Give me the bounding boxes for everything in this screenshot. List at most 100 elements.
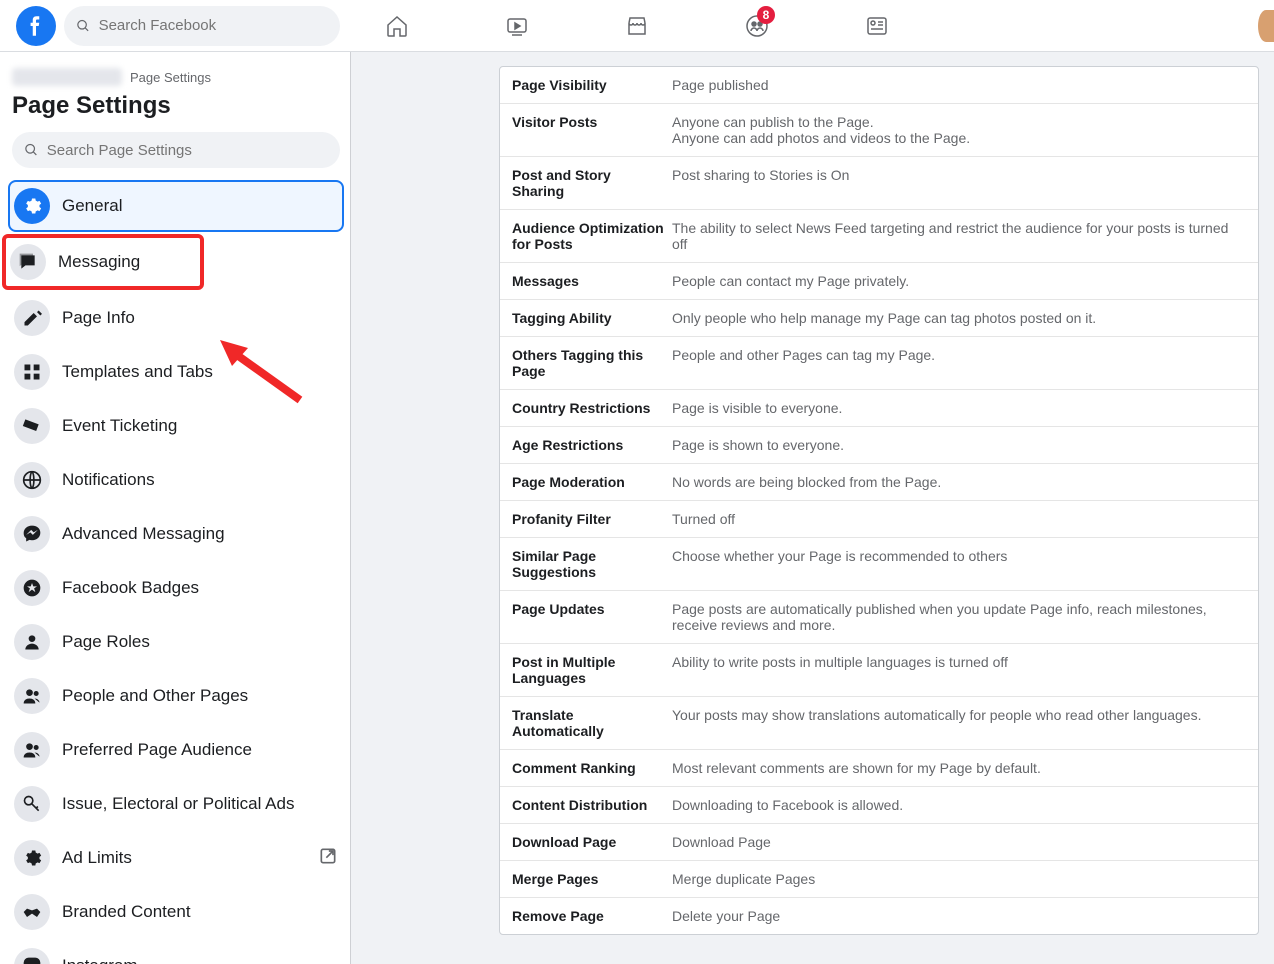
nav-watch-icon[interactable] (461, 2, 573, 50)
user-avatar[interactable] (1258, 10, 1274, 42)
nav-news-icon[interactable] (821, 2, 933, 50)
settings-key: Visitor Posts (512, 114, 672, 146)
gear-icon (14, 188, 50, 224)
global-search-input[interactable] (99, 17, 328, 34)
settings-table: Page VisibilityPage publishedVisitor Pos… (499, 66, 1259, 935)
settings-key: Translate Automatically (512, 707, 672, 739)
settings-value: Anyone can publish to the Page. Anyone c… (672, 114, 970, 146)
settings-value: Page is shown to everyone. (672, 437, 844, 453)
sidebar-item-page-roles[interactable]: Page Roles (8, 616, 344, 668)
settings-row[interactable]: Audience Optimization for PostsThe abili… (500, 210, 1258, 263)
settings-value: Downloading to Facebook is allowed. (672, 797, 903, 813)
settings-search-input[interactable] (47, 142, 328, 159)
ticket-icon (14, 408, 50, 444)
main-content: Page VisibilityPage publishedVisitor Pos… (351, 52, 1274, 964)
settings-row[interactable]: Tagging AbilityOnly people who help mana… (500, 300, 1258, 337)
settings-key: Country Restrictions (512, 400, 672, 416)
settings-row[interactable]: Translate AutomaticallyYour posts may sh… (500, 697, 1258, 750)
settings-row[interactable]: Download PageDownload Page (500, 824, 1258, 861)
settings-row[interactable]: Page UpdatesPage posts are automatically… (500, 591, 1258, 644)
global-search[interactable] (64, 6, 340, 46)
settings-key: Merge Pages (512, 871, 672, 887)
sidebar-item-facebook-badges[interactable]: Facebook Badges (8, 562, 344, 614)
breadcrumb-blur (12, 68, 122, 86)
settings-row[interactable]: Merge PagesMerge duplicate Pages (500, 861, 1258, 898)
settings-key: Profanity Filter (512, 511, 672, 527)
header: 8 (0, 0, 1274, 52)
settings-value: Choose whether your Page is recommended … (672, 548, 1007, 580)
settings-value: Page published (672, 77, 769, 93)
sidebar-item-advanced-messaging[interactable]: Advanced Messaging (8, 508, 344, 560)
settings-key: Remove Page (512, 908, 672, 924)
nav-marketplace-icon[interactable] (581, 2, 693, 50)
settings-key: Page Moderation (512, 474, 672, 490)
settings-row[interactable]: Remove PageDelete your Page (500, 898, 1258, 934)
settings-row[interactable]: Profanity FilterTurned off (500, 501, 1258, 538)
nav-home-icon[interactable] (341, 2, 453, 50)
settings-row[interactable]: Visitor PostsAnyone can publish to the P… (500, 104, 1258, 157)
breadcrumb: Page Settings (8, 64, 344, 92)
sidebar-item-notifications[interactable]: Notifications (8, 454, 344, 506)
sidebar-item-templates-and-tabs[interactable]: Templates and Tabs (8, 346, 344, 398)
sidebar-item-instagram[interactable]: Instagram (8, 940, 344, 964)
settings-row[interactable]: Post and Story SharingPost sharing to St… (500, 157, 1258, 210)
settings-row[interactable]: Page ModerationNo words are being blocke… (500, 464, 1258, 501)
settings-value: Your posts may show translations automat… (672, 707, 1201, 739)
sidebar-item-label: Page Roles (62, 632, 150, 652)
settings-value: Page posts are automatically published w… (672, 601, 1246, 633)
settings-value: No words are being blocked from the Page… (672, 474, 941, 490)
settings-row[interactable]: Age RestrictionsPage is shown to everyon… (500, 427, 1258, 464)
settings-key: Comment Ranking (512, 760, 672, 776)
pencil-icon (14, 300, 50, 336)
settings-value: Merge duplicate Pages (672, 871, 815, 887)
sidebar-item-label: Preferred Page Audience (62, 740, 252, 760)
settings-value: The ability to select News Feed targetin… (672, 220, 1246, 252)
page-title: Page Settings (8, 92, 344, 132)
sidebar-item-page-info[interactable]: Page Info (8, 292, 344, 344)
settings-value: Only people who help manage my Page can … (672, 310, 1096, 326)
settings-row[interactable]: Country RestrictionsPage is visible to e… (500, 390, 1258, 427)
sidebar-item-issue-electoral-or-political-ads[interactable]: Issue, Electoral or Political Ads (8, 778, 344, 830)
notification-badge: 8 (757, 6, 775, 24)
settings-key: Similar Page Suggestions (512, 548, 672, 580)
key-icon (14, 786, 50, 822)
sidebar-item-branded-content[interactable]: Branded Content (8, 886, 344, 938)
facebook-logo[interactable] (16, 6, 56, 46)
settings-row[interactable]: MessagesPeople can contact my Page priva… (500, 263, 1258, 300)
settings-value: Ability to write posts in multiple langu… (672, 654, 1008, 686)
settings-value: Download Page (672, 834, 771, 850)
settings-search[interactable] (12, 132, 340, 168)
sidebar-item-label: People and Other Pages (62, 686, 248, 706)
settings-key: Others Tagging this Page (512, 347, 672, 379)
settings-value: Turned off (672, 511, 735, 527)
settings-value: Most relevant comments are shown for my … (672, 760, 1041, 776)
person-icon (14, 624, 50, 660)
settings-row[interactable]: Similar Page SuggestionsChoose whether y… (500, 538, 1258, 591)
sidebar-item-event-ticketing[interactable]: Event Ticketing (8, 400, 344, 452)
nav-groups-icon[interactable]: 8 (701, 2, 813, 50)
sidebar-item-label: Advanced Messaging (62, 524, 225, 544)
sidebar-item-preferred-page-audience[interactable]: Preferred Page Audience (8, 724, 344, 776)
settings-key: Post in Multiple Languages (512, 654, 672, 686)
sidebar-item-label: Issue, Electoral or Political Ads (62, 794, 294, 814)
handshake-icon (14, 894, 50, 930)
sidebar-item-general[interactable]: General (8, 180, 344, 232)
settings-row[interactable]: Page VisibilityPage published (500, 67, 1258, 104)
star-badge-icon (14, 570, 50, 606)
settings-row[interactable]: Post in Multiple LanguagesAbility to wri… (500, 644, 1258, 697)
chat-icon (10, 244, 46, 280)
sidebar-item-label: Templates and Tabs (62, 362, 213, 382)
settings-row[interactable]: Others Tagging this PagePeople and other… (500, 337, 1258, 390)
settings-row[interactable]: Comment RankingMost relevant comments ar… (500, 750, 1258, 787)
sidebar-item-messaging[interactable]: Messaging (2, 234, 204, 290)
settings-row[interactable]: Content DistributionDownloading to Faceb… (500, 787, 1258, 824)
sidebar-item-label: Facebook Badges (62, 578, 199, 598)
breadcrumb-text[interactable]: Page Settings (130, 70, 211, 85)
sidebar-item-label: Notifications (62, 470, 155, 490)
search-icon (76, 18, 91, 34)
sidebar-item-people-and-other-pages[interactable]: People and Other Pages (8, 670, 344, 722)
settings-value: People and other Pages can tag my Page. (672, 347, 935, 379)
globe-icon (14, 462, 50, 498)
sidebar-item-ad-limits[interactable]: Ad Limits (8, 832, 344, 884)
instagram-icon (14, 948, 50, 964)
